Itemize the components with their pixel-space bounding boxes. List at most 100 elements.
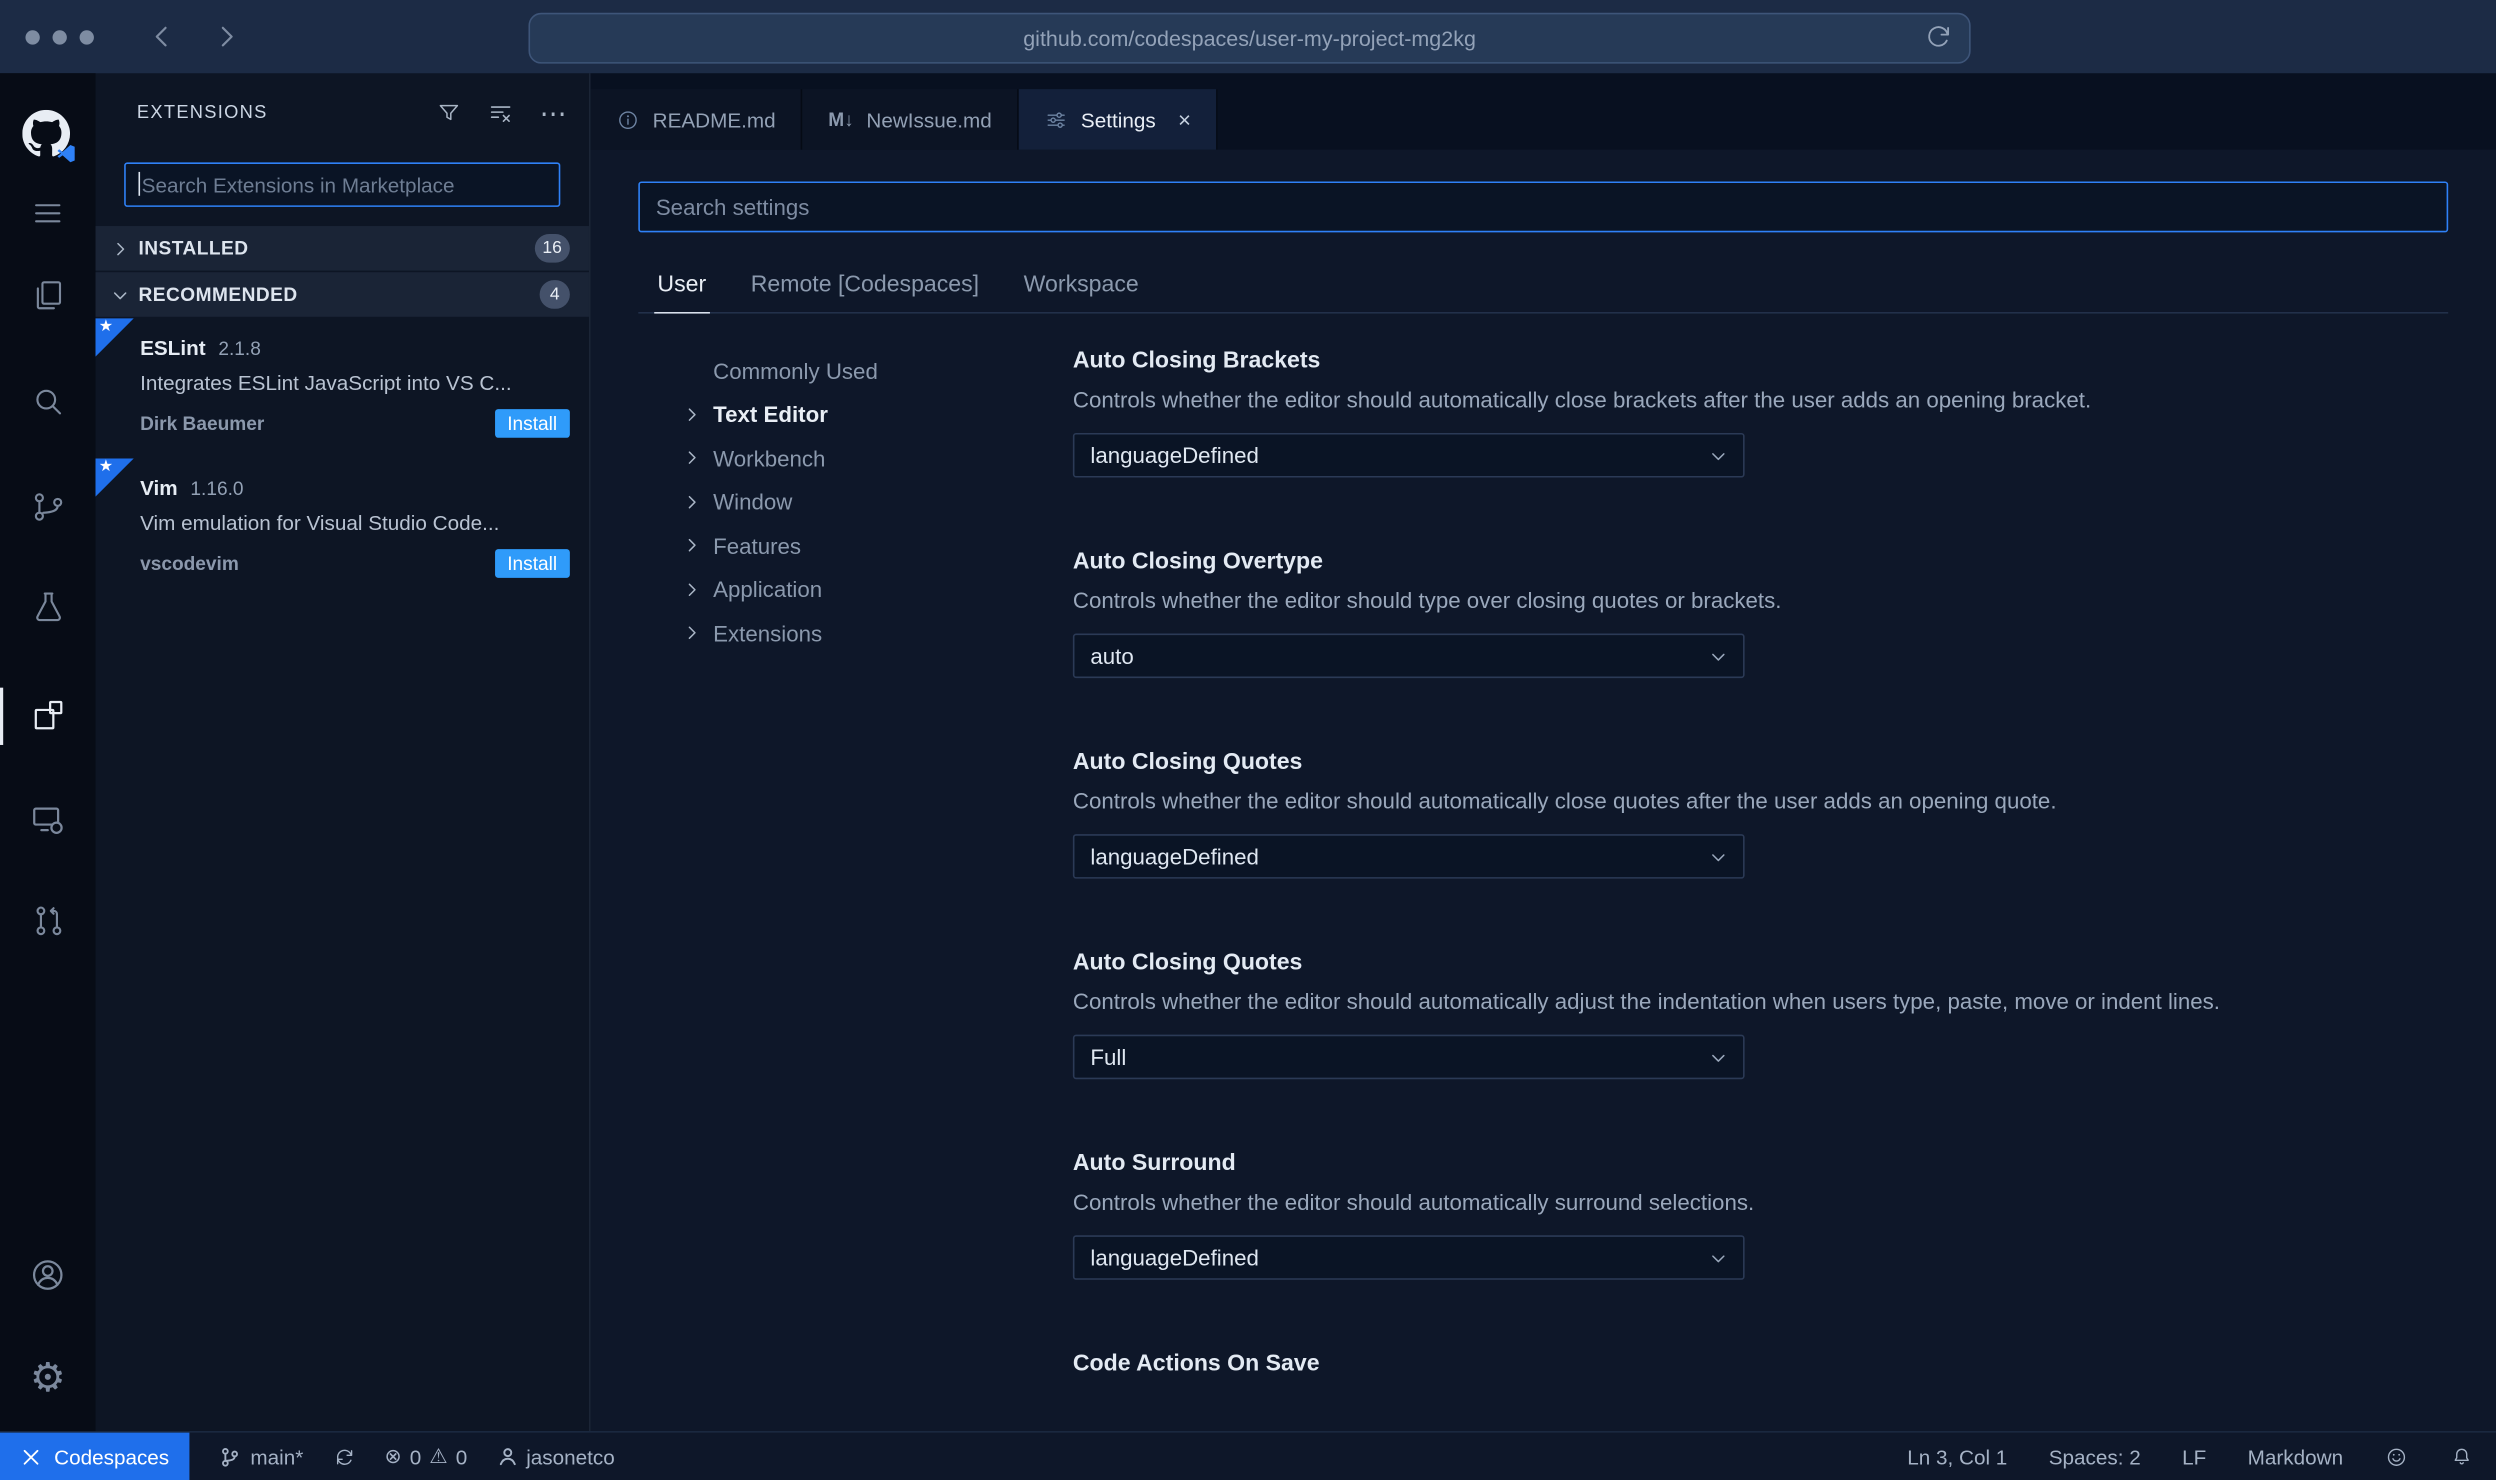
error-count: 0	[409, 1444, 422, 1469]
sidebar-header: EXTENSIONS ⋯	[96, 73, 589, 153]
cursor-position[interactable]: Ln 3, Col 1	[1907, 1445, 2007, 1469]
url-text: github.com/codespaces/user-my-project-mg…	[1023, 26, 1476, 51]
chevron-down-icon	[1710, 848, 1728, 866]
language-mode[interactable]: Markdown	[2248, 1445, 2343, 1469]
feedback-icon[interactable]	[2385, 1445, 2409, 1469]
toc-text-editor[interactable]: Text Editor	[683, 392, 1073, 436]
sidebar-actions: ⋯	[436, 99, 567, 127]
address-bar[interactable]: github.com/codespaces/user-my-project-mg…	[528, 12, 1971, 64]
branch-status[interactable]: main*	[219, 1445, 303, 1469]
extension-description: Integrates ESLint JavaScript into VS C..…	[140, 370, 512, 395]
codespaces-status-button[interactable]: Codespaces	[0, 1432, 190, 1480]
setting-dropdown[interactable]: languageDefined	[1072, 432, 1745, 478]
back-icon[interactable]	[148, 22, 177, 51]
clear-extensions-filter-icon[interactable]	[487, 99, 514, 126]
chevron-down-icon	[111, 286, 129, 304]
extension-name: Vim	[140, 475, 178, 500]
setting-auto-indent: Auto Closing Quotes Controls whether the…	[1072, 950, 2448, 1080]
codespaces-label: Codespaces	[54, 1444, 170, 1469]
settings-editor: User Remote [Codespaces] Workspace Commo…	[591, 150, 2496, 1431]
notifications-bell-icon[interactable]	[2450, 1445, 2474, 1469]
more-actions-icon[interactable]: ⋯	[540, 99, 567, 126]
explorer-icon[interactable]	[0, 256, 96, 332]
close-icon[interactable]: ×	[1178, 108, 1191, 130]
setting-dropdown[interactable]: languageDefined	[1072, 834, 1745, 879]
source-control-icon[interactable]	[0, 468, 96, 544]
star-icon: ★	[98, 318, 113, 336]
dropdown-value: auto	[1090, 643, 1134, 669]
scope-tab-workspace[interactable]: Workspace	[1020, 264, 1141, 312]
section-recommended[interactable]: RECOMMENDED 4	[95, 272, 589, 317]
settings-scope-tabs: User Remote [Codespaces] Workspace	[638, 264, 2449, 314]
setting-dropdown[interactable]: languageDefined	[1072, 1235, 1745, 1280]
indentation[interactable]: Spaces: 2	[2049, 1445, 2141, 1469]
status-bar-right: Ln 3, Col 1 Spaces: 2 LF Markdown	[1907, 1445, 2474, 1469]
install-button[interactable]: Install	[494, 549, 570, 578]
section-label: INSTALLED	[138, 237, 249, 260]
window-close-button[interactable]	[25, 29, 40, 44]
setting-dropdown[interactable]: Full	[1072, 1034, 1745, 1080]
toc-features[interactable]: Features	[683, 524, 1073, 568]
branch-icon	[219, 1445, 243, 1469]
settings-search-input[interactable]	[639, 194, 2447, 220]
extension-description: Vim emulation for Visual Studio Code...	[140, 510, 500, 535]
window-controls	[25, 29, 94, 44]
section-installed[interactable]: INSTALLED 16	[95, 226, 589, 271]
filter-icon[interactable]	[436, 100, 461, 125]
setting-title: Auto Surround	[1072, 1150, 1236, 1177]
warning-icon: ⚠	[429, 1443, 448, 1468]
extensions-search-input[interactable]	[125, 172, 559, 197]
remote-explorer-icon[interactable]	[0, 782, 96, 858]
toc-window[interactable]: Window	[683, 480, 1073, 524]
setting-auto-closing-brackets: Auto Closing Brackets Controls whether t…	[1072, 349, 2448, 478]
eol-sequence[interactable]: LF	[2182, 1445, 2206, 1469]
window-maximize-button[interactable]	[79, 29, 94, 44]
pull-request-icon[interactable]	[0, 882, 96, 958]
setting-dropdown[interactable]: auto	[1072, 633, 1745, 679]
scope-tab-user[interactable]: User	[654, 264, 710, 314]
install-button[interactable]: Install	[494, 409, 570, 438]
account-icon[interactable]	[0, 1237, 96, 1313]
window-minimize-button[interactable]	[52, 29, 67, 44]
toc-extensions[interactable]: Extensions	[683, 611, 1073, 655]
extension-item-eslint[interactable]: ★ ESLint 2.1.8 Integrates ESLint JavaScr…	[95, 318, 589, 458]
tab-label: README.md	[652, 107, 776, 132]
sync-status[interactable]	[332, 1445, 356, 1469]
sidebar-title: EXTENSIONS	[136, 103, 268, 123]
menu-icon[interactable]	[0, 175, 96, 251]
setting-description: Controls whether the editor should autom…	[1072, 386, 2092, 413]
setting-title: Auto Closing Quotes	[1072, 749, 1303, 776]
error-icon: ⊗	[384, 1443, 402, 1468]
extension-name: ESLint	[140, 335, 206, 360]
chevron-right-icon	[683, 493, 701, 511]
username: jasonetco	[526, 1444, 615, 1469]
toc-application[interactable]: Application	[683, 567, 1073, 611]
codespaces-icon	[21, 1446, 42, 1467]
tab-newissue[interactable]: M↓ NewIssue.md	[802, 89, 1019, 150]
problems-status[interactable]: ⊗ 0 ⚠ 0	[384, 1444, 467, 1469]
chevron-down-icon	[1710, 446, 1728, 464]
settings-search-box	[638, 181, 2449, 233]
section-label: RECOMMENDED	[138, 283, 298, 306]
refresh-icon[interactable]	[1923, 21, 1955, 53]
signed-in-user[interactable]: jasonetco	[496, 1444, 615, 1469]
github-logo	[0, 97, 96, 173]
installed-count-badge: 16	[534, 233, 570, 263]
search-icon[interactable]	[0, 363, 96, 439]
recommended-count-badge: 4	[539, 280, 570, 309]
forward-icon[interactable]	[212, 22, 241, 51]
extensions-sidebar: EXTENSIONS ⋯ INST	[95, 73, 591, 1432]
toc-workbench[interactable]: Workbench	[683, 436, 1073, 480]
app-window: github.com/codespaces/user-my-project-mg…	[0, 0, 2496, 1480]
run-debug-beaker-icon[interactable]	[0, 568, 96, 644]
scope-tab-remote[interactable]: Remote [Codespaces]	[748, 264, 983, 312]
tab-settings[interactable]: Settings ×	[1018, 89, 1219, 150]
toc-commonly-used[interactable]: Commonly Used	[683, 349, 1073, 393]
settings-gear-icon[interactable]: ⚙	[0, 1340, 96, 1416]
extension-item-vim[interactable]: ★ Vim 1.16.0 Vim emulation for Visual St…	[95, 458, 589, 598]
tab-readme[interactable]: README.md	[590, 89, 803, 150]
extension-author: Dirk Baeumer	[140, 412, 265, 435]
tab-label: NewIssue.md	[866, 107, 992, 132]
chevron-right-icon	[683, 406, 701, 424]
extensions-icon[interactable]	[0, 678, 96, 754]
